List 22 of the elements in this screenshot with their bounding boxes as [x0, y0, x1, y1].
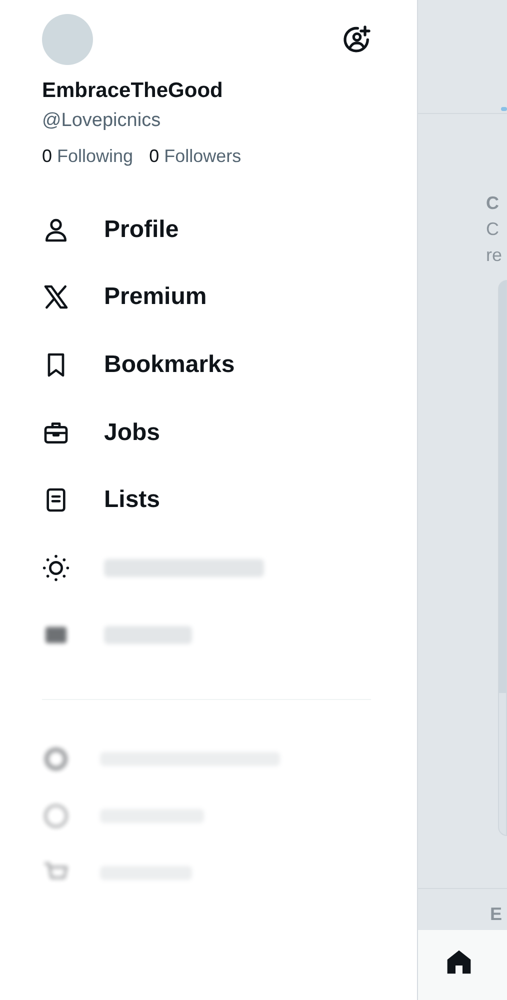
user-handle: @Lovepicnics — [42, 109, 162, 133]
x-logo-icon — [42, 283, 70, 312]
section-title: E — [490, 904, 502, 924]
menu-item[interactable]: Profile — [104, 212, 179, 248]
menu-item[interactable]: Bookmarks — [104, 346, 235, 383]
blurred-menu-item[interactable] — [104, 558, 264, 577]
follow-count-link[interactable]: 0 Followers — [149, 143, 242, 170]
post-text: C — [486, 218, 500, 241]
menu-item[interactable]: Premium — [104, 279, 207, 316]
menu-item[interactable]: Lists — [104, 482, 160, 518]
blurred-menu-item[interactable] — [104, 626, 192, 644]
add-account-icon[interactable] — [341, 23, 373, 55]
post-text: re — [486, 244, 504, 267]
post-title: C — [486, 192, 500, 215]
follow-count-link[interactable]: 0 Following — [42, 143, 134, 170]
settings-icon — [42, 744, 70, 773]
menu-item[interactable]: Jobs — [104, 414, 160, 451]
sun-icon — [42, 554, 70, 582]
help-icon — [42, 802, 70, 830]
home-icon[interactable] — [445, 948, 473, 976]
display-name: EmbraceTheGood — [42, 78, 224, 104]
avatar[interactable] — [42, 14, 93, 65]
